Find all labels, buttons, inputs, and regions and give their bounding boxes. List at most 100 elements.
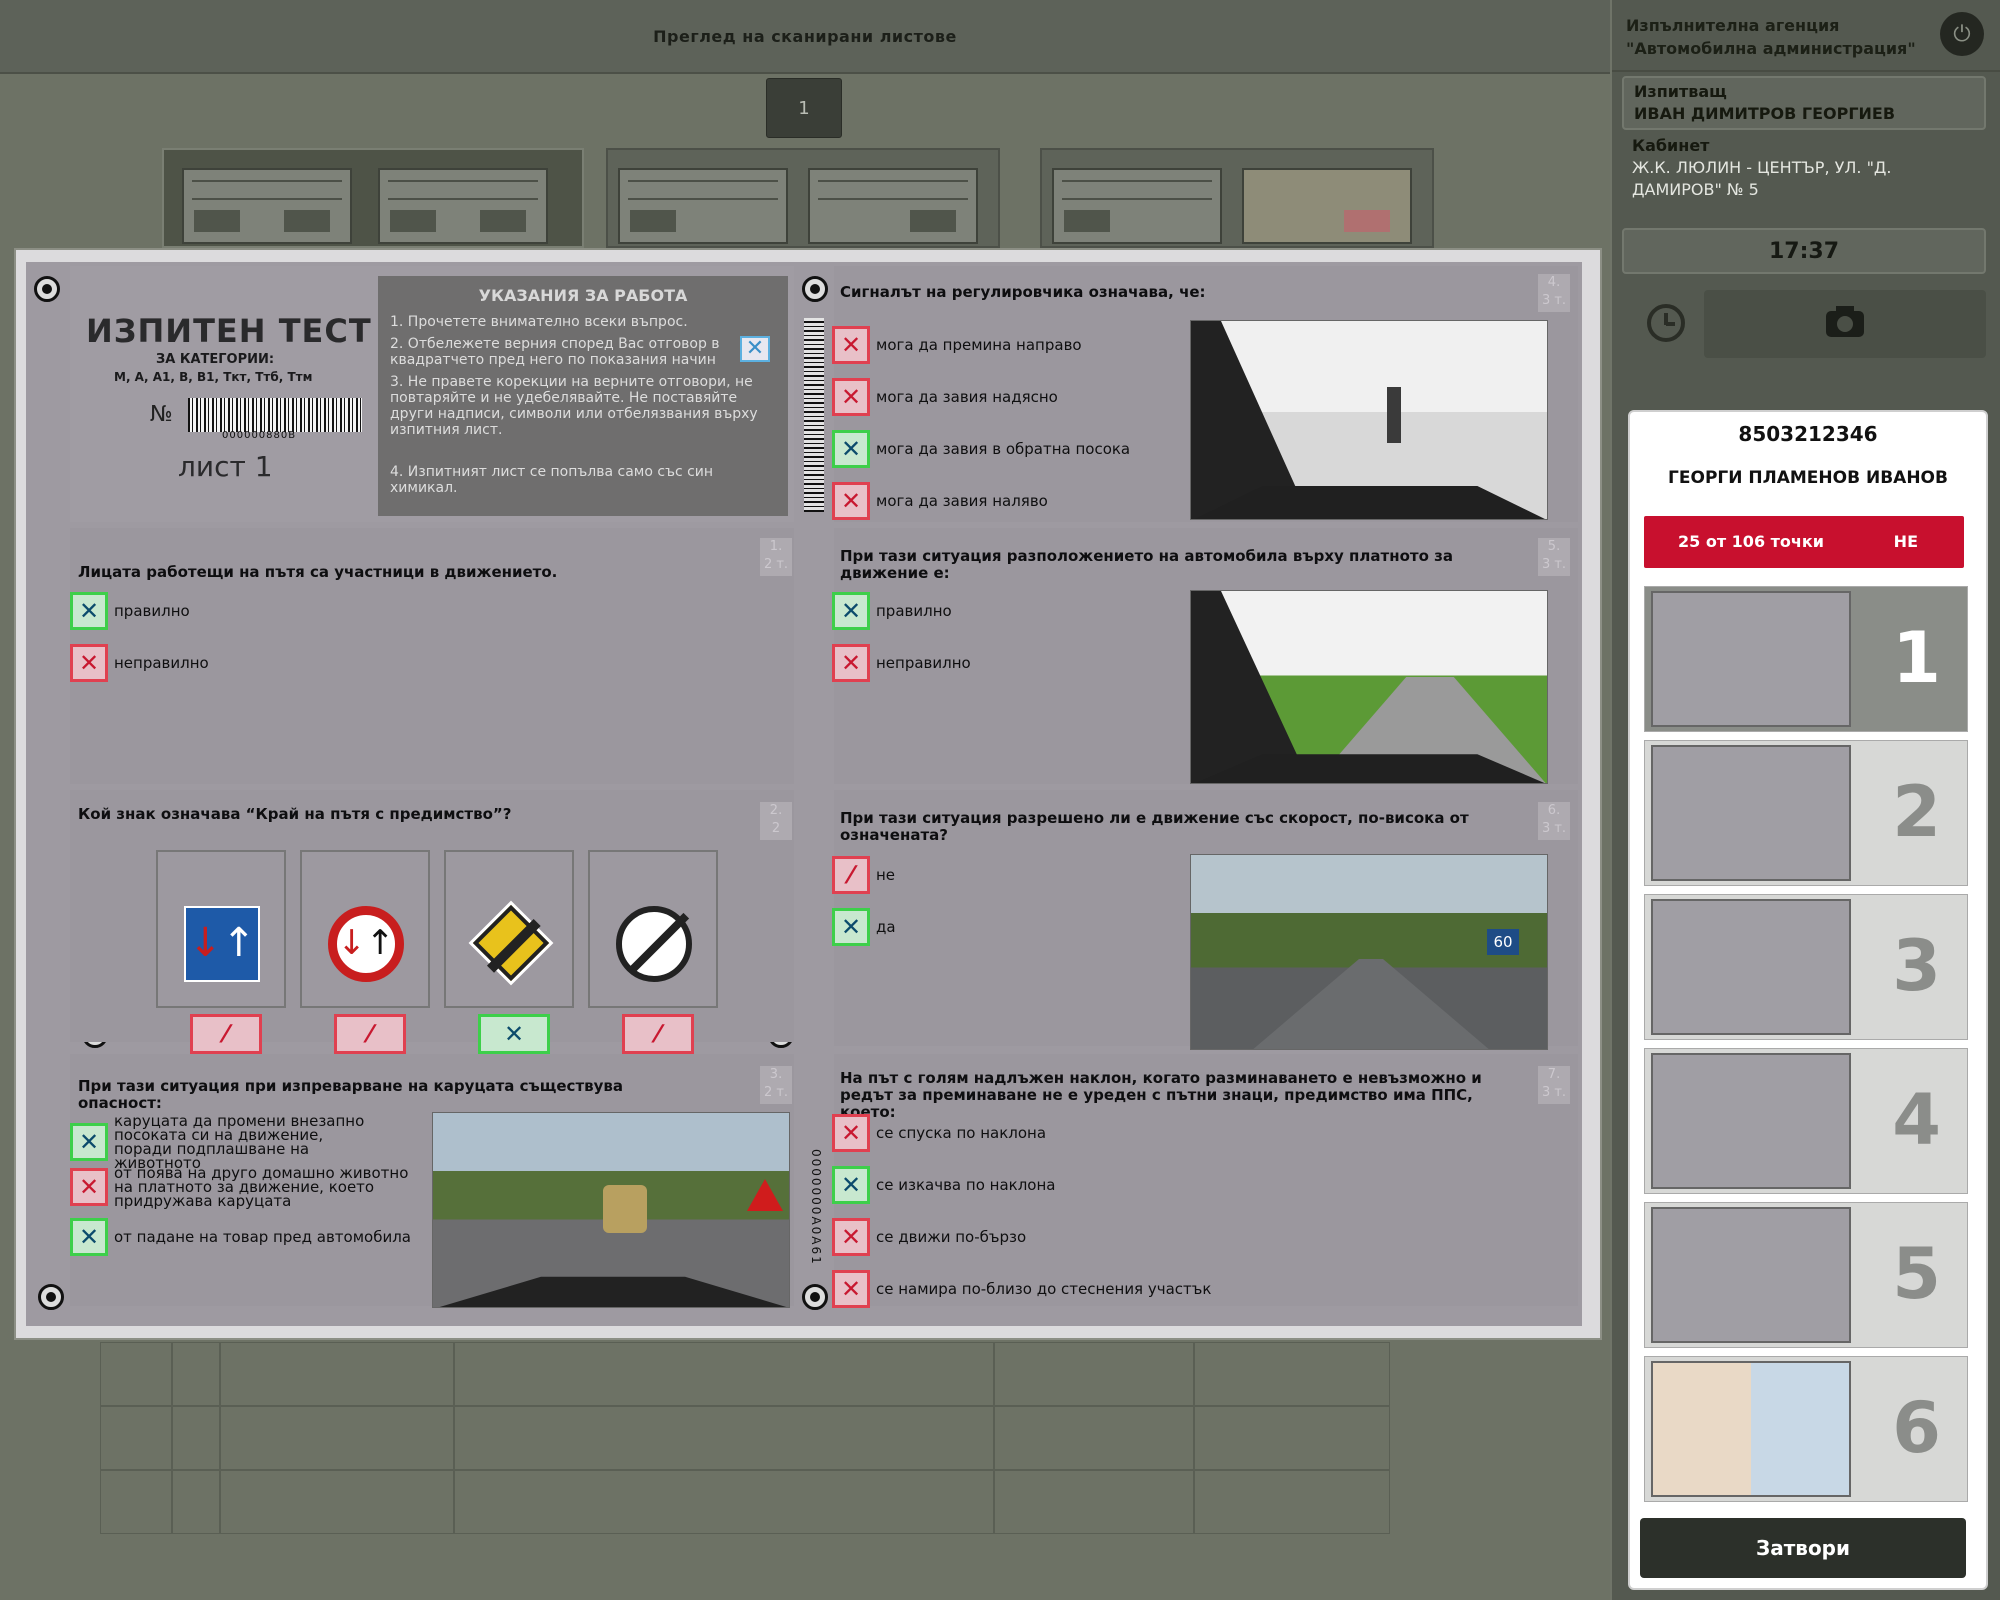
question-number: 5. 3 т. (1538, 538, 1570, 576)
candidate-name: ГЕОРГИ ПЛАМЕНОВ ИВАНОВ (1668, 468, 1948, 488)
examiner-card: Изпитващ ИВАН ДИМИТРОВ ГЕОРГИЕВ (1622, 76, 1986, 130)
sheet-preview (1651, 1207, 1851, 1343)
sheet-thumbnail-5[interactable]: 5 (1644, 1202, 1968, 1348)
sign-answer-4[interactable]: ⁄ (622, 1014, 694, 1054)
page-title: Преглед на сканирани листове (653, 26, 957, 46)
answer-option[interactable]: ✕ каруцата да промени внезапно посоката с… (70, 1114, 384, 1171)
grid-cell (994, 1406, 1194, 1470)
answer-option[interactable]: ✕ да (832, 908, 1196, 946)
power-button[interactable]: ⏻ (1940, 12, 1984, 56)
grid-cell (172, 1342, 220, 1406)
test-title: ИЗПИТЕН ТЕСТ (86, 312, 372, 350)
answer-option[interactable]: ✕ от падане на товар пред автомобила (70, 1218, 432, 1256)
grid-cell (220, 1342, 454, 1406)
registration-mark (38, 1284, 64, 1310)
camera-icon (1826, 306, 1864, 337)
grid-cell (172, 1470, 220, 1534)
clock-display: 17:37 (1622, 228, 1986, 274)
result-text: НЕ (1893, 532, 1918, 551)
speed-road-photo: 60 (1190, 854, 1548, 1050)
instructions-box: УКАЗАНИЯ ЗА РАБОТА 1. Прочетете внимател… (378, 276, 788, 516)
sheet-label: лист 1 (178, 450, 273, 483)
scanned-sheet: ИЗПИТЕН ТЕСТ ЗА КАТЕГОРИИ: М, А, А1, В, … (26, 262, 1582, 1326)
grid-cell (454, 1406, 994, 1470)
instructions-item: 3. Не правете корекции на верните отгово… (390, 374, 758, 438)
grid-cell (994, 1470, 1194, 1534)
answer-option[interactable]: ✕ правилно (70, 592, 434, 630)
side-barcode (804, 318, 824, 512)
sign-option-1: ↓↑ (156, 850, 286, 1008)
answer-option[interactable]: ✕ мога да завия надясно (832, 378, 1196, 416)
answer-checkbox[interactable]: ✕ (70, 592, 108, 630)
answer-option[interactable]: ✕ се движи по-бързо (832, 1218, 1196, 1256)
close-button[interactable]: Затвори (1640, 1518, 1966, 1578)
barcode (188, 398, 362, 432)
answer-option[interactable]: ✕ мога да завия в обратна посока (832, 430, 1196, 468)
answer-checkbox[interactable]: ✕ (70, 644, 108, 682)
answer-option[interactable]: ✕ се изкачва по наклона (832, 1166, 1196, 1204)
example-check-icon: ✕ (740, 336, 770, 362)
answer-option[interactable]: ✕ мога да премина направо (832, 326, 1196, 364)
score-bar: 25 от 106 точки НЕ (1644, 516, 1964, 568)
sheet-thumbnail-6[interactable]: 6 (1644, 1356, 1968, 1502)
sign-answer-1[interactable]: ⁄ (190, 1014, 262, 1054)
question-number: 7. 3 т. (1538, 1066, 1570, 1104)
sheet-preview (1651, 745, 1851, 881)
hay-cart (603, 1185, 647, 1233)
grid-cell (100, 1470, 172, 1534)
registration-mark (34, 276, 60, 302)
sign-answer-2[interactable]: ⁄ (334, 1014, 406, 1054)
question-number: 6. 3 т. (1538, 802, 1570, 840)
answer-option[interactable]: ✕ се спуска по наклона (832, 1114, 1196, 1152)
number-label: № (150, 402, 173, 427)
sheet-thumbnail-3[interactable]: 3 (1644, 894, 1968, 1040)
sheet-thumbnail-4[interactable]: 4 (1644, 1048, 1968, 1194)
question-text: Кой знак означава “Край на пътя с предим… (78, 805, 512, 823)
scanned-sheet-viewer[interactable]: ИЗПИТЕН ТЕСТ ЗА КАТЕГОРИИ: М, А, А1, В, … (14, 248, 1602, 1340)
sign-answer-3[interactable]: ✕ (478, 1014, 550, 1054)
top-thumbnail-1[interactable] (162, 148, 584, 248)
exam-result-panel: 8503212346 ГЕОРГИ ПЛАМЕНОВ ИВАНОВ 25 от … (1628, 410, 1988, 1590)
barcode-number: 000000880B (222, 430, 297, 441)
question-text: При тази ситуация разположението на авто… (840, 547, 1453, 582)
question-text: Лицата работещи на пътя са участници в д… (78, 563, 558, 581)
instructions-item: 2. Отбележете верния според Вас отговор … (390, 336, 720, 368)
grid-cell (454, 1470, 994, 1534)
top-thumbnail-2[interactable] (606, 148, 1000, 248)
instructions-title: УКАЗАНИЯ ЗА РАБОТА (478, 286, 688, 305)
categories-label: ЗА КАТЕГОРИИ: (156, 352, 275, 367)
camera-button[interactable] (1704, 290, 1986, 358)
answer-option[interactable]: ✕ правилно (832, 592, 1196, 630)
sheet-preview (1651, 899, 1851, 1035)
history-button[interactable] (1636, 298, 1696, 348)
registration-mark (802, 1284, 828, 1310)
page-button[interactable]: 1 (766, 78, 842, 138)
traffic-officer (1387, 387, 1401, 443)
grid-cell (1194, 1470, 1390, 1534)
grid-cell (100, 1342, 172, 1406)
answer-option[interactable]: ✕ се намира по-близо до стеснения участък (832, 1270, 1336, 1308)
answer-option[interactable]: ✕ мога да завия наляво (832, 482, 1196, 520)
sheet-thumbnail-2[interactable]: 2 (1644, 740, 1968, 886)
question-number: 1. 2 т. (760, 538, 792, 576)
question-text: При тази ситуация разрешено ли е движени… (840, 809, 1469, 844)
end-of-restrictions-sign-icon (616, 906, 692, 982)
question-number: 2. 2 (760, 802, 792, 840)
cart-road-photo (432, 1112, 790, 1308)
grid-cell (1194, 1406, 1390, 1470)
sheet-preview (1651, 1361, 1851, 1497)
sheet-thumbnail-1[interactable]: 1 (1644, 586, 1968, 732)
instructions-item: 4. Изпитният лист се попълва само със си… (390, 464, 714, 496)
grid-cell (220, 1406, 454, 1470)
traffic-officer-photo (1190, 320, 1548, 520)
sign-option-3 (444, 850, 574, 1008)
answer-option[interactable]: ✕ от поява на друго домашно животно на пл… (70, 1166, 432, 1209)
top-thumbnail-3[interactable] (1040, 148, 1434, 248)
end-priority-road-sign-icon (472, 904, 550, 982)
oncoming-priority-sign-icon: ↓↑ (328, 906, 404, 982)
answer-option[interactable]: ✕ неправилно (70, 644, 434, 682)
answer-option[interactable]: ✕ неправилно (832, 644, 1196, 682)
grid-cell (220, 1470, 454, 1534)
answer-option[interactable]: ⁄ не (832, 856, 1196, 894)
registration-mark (802, 276, 828, 302)
